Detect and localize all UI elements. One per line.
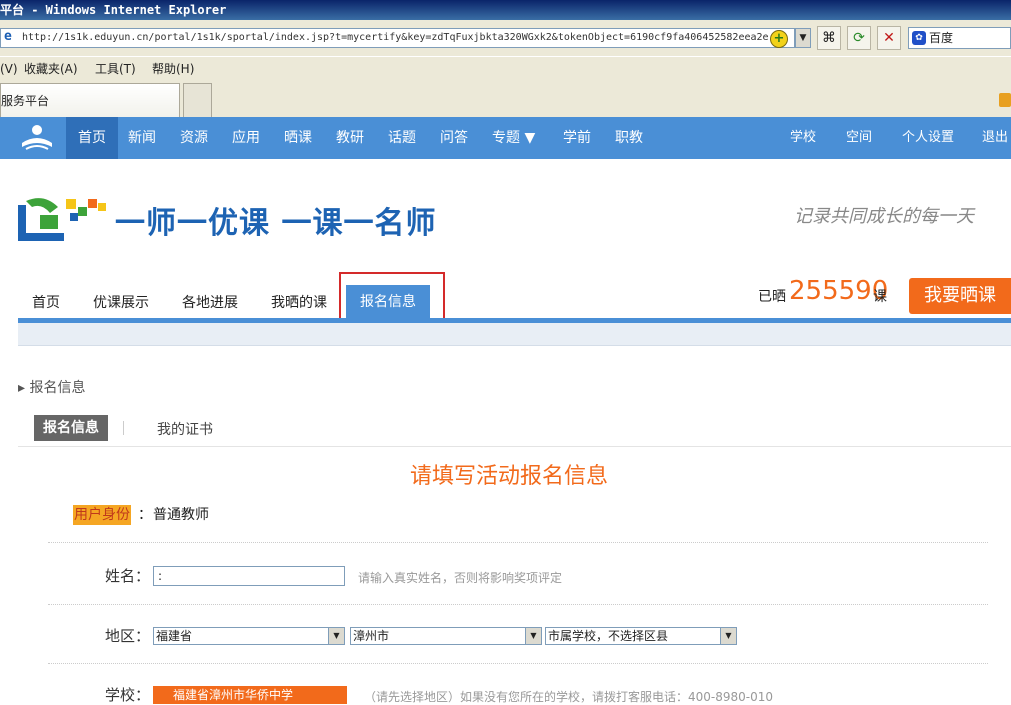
name-label: 姓名： <box>105 567 151 585</box>
name-hint: 请输入真实姓名，否则将影响奖项评定 <box>358 571 563 585</box>
breadcrumb: ▸ 报名信息 <box>18 380 86 396</box>
window-title: 平台 - Windows Internet Explorer <box>0 3 227 17</box>
subnav-home[interactable]: 首页 <box>32 292 60 312</box>
row-divider <box>48 604 988 605</box>
address-bar-row: e http://1s1k.eduyun.cn/portal/1s1k/sport… <box>0 20 1011 56</box>
subnav-band <box>18 323 1011 346</box>
search-engine-label: 百度 <box>929 31 954 45</box>
nav-item-research[interactable]: 教研 <box>336 117 364 159</box>
subnav-showcase[interactable]: 优课展示 <box>93 292 149 312</box>
nav-item-school[interactable]: 学校 <box>790 117 816 159</box>
nav-item-space[interactable]: 空间 <box>846 117 872 159</box>
province-value: 福建省 <box>156 629 193 643</box>
menu-bar: (V) 收藏夹(A) 工具(T) 帮助(H) <box>0 56 1011 82</box>
upload-lesson-button[interactable]: 我要晒课 <box>909 278 1011 314</box>
gift-icon[interactable] <box>999 93 1011 107</box>
subnav-my-lessons[interactable]: 我晒的课 <box>271 292 327 312</box>
menu-help[interactable]: 帮助(H) <box>152 57 194 81</box>
refresh-icon[interactable]: ⟳ <box>847 26 871 50</box>
compat-view-icon[interactable]: ⌘ <box>817 26 841 50</box>
district-value: 市属学校，不选择区县 <box>548 629 669 643</box>
window-title-bar: 平台 - Windows Internet Explorer <box>0 0 1011 20</box>
region-label: 地区： <box>105 627 151 645</box>
row-divider <box>48 542 988 543</box>
city-select[interactable]: 漳州市 ▼ <box>350 627 542 645</box>
nav-item-home[interactable]: 首页 <box>66 117 118 159</box>
nav-item-resources[interactable]: 资源 <box>180 117 208 159</box>
brand-title: 一师一优课 一课一名师 <box>115 206 437 241</box>
nav-item-qa[interactable]: 问答 <box>440 117 468 159</box>
role-separator: ： <box>138 507 152 523</box>
nav-item-news[interactable]: 新闻 <box>128 117 156 159</box>
menu-tools[interactable]: 工具(T) <box>95 57 136 81</box>
city-value: 漳州市 <box>353 629 390 643</box>
site-nav: 首页 新闻 资源 应用 晒课 教研 话题 问答 专题 ▼ 学前 职教 学校 空间… <box>0 117 1011 159</box>
nav-item-vocational[interactable]: 职教 <box>615 117 643 159</box>
school-select[interactable]: 福建省漳州市华侨中学 <box>153 686 347 704</box>
chevron-down-icon: ▼ <box>720 628 736 644</box>
nav-item-lessons[interactable]: 晒课 <box>284 117 312 159</box>
counter-prefix: 已晒 <box>758 289 786 305</box>
go-icon[interactable]: + <box>770 30 788 48</box>
role-label: 用户身份 <box>73 505 131 525</box>
name-input[interactable]: : <box>153 566 345 586</box>
brand-slogan: 记录共同成长的每一天 <box>794 206 974 227</box>
tab-certificates[interactable]: 我的证书 <box>157 419 213 439</box>
browser-tabs: 服务平台 <box>0 81 1011 118</box>
nav-item-apps[interactable]: 应用 <box>232 117 260 159</box>
nav-item-settings[interactable]: 个人设置 <box>902 117 954 159</box>
role-value: 普通教师 <box>153 507 209 523</box>
menu-favorites[interactable]: 收藏夹(A) <box>24 57 78 81</box>
browser-tab-active[interactable]: 服务平台 <box>0 83 180 117</box>
menu-view[interactable]: (V) <box>0 57 18 81</box>
brand-logo-icon[interactable] <box>14 193 108 247</box>
chevron-down-icon: ▼ <box>328 628 344 644</box>
stop-icon[interactable]: ✕ <box>877 26 901 50</box>
tab-title: 服务平台 <box>1 94 50 108</box>
school-hint: （请先选择地区）如果没有您所在的学校，请拨打客服电话：400-8980-010 <box>364 690 774 704</box>
new-tab-button[interactable] <box>183 83 212 117</box>
address-dropdown-button[interactable]: ▼ <box>795 28 811 48</box>
row-divider <box>48 663 988 664</box>
form-title: 请填写活动报名信息 <box>410 464 609 489</box>
site-logo-icon[interactable] <box>18 123 56 153</box>
nav-item-special[interactable]: 专题 ▼ <box>492 117 535 159</box>
tab-divider <box>123 421 124 435</box>
counter-suffix: 课 <box>873 289 887 305</box>
tab-registration[interactable]: 报名信息 <box>34 415 108 441</box>
tabs-divider-line <box>18 446 1011 447</box>
chevron-down-icon: ▼ <box>525 628 541 644</box>
nav-item-topics[interactable]: 话题 <box>388 117 416 159</box>
nav-item-preschool[interactable]: 学前 <box>563 117 591 159</box>
nav-item-logout[interactable]: 退出 <box>982 117 1008 159</box>
search-input[interactable]: ✿ 百度 <box>908 27 1011 49</box>
district-select[interactable]: 市属学校，不选择区县 ▼ <box>545 627 737 645</box>
subnav-progress[interactable]: 各地进展 <box>182 292 238 312</box>
province-select[interactable]: 福建省 ▼ <box>153 627 345 645</box>
ie-page-icon: e <box>4 29 12 44</box>
baidu-icon: ✿ <box>912 31 926 45</box>
address-input[interactable]: e http://1s1k.eduyun.cn/portal/1s1k/sport… <box>0 28 795 48</box>
url-text: http://1s1k.eduyun.cn/portal/1s1k/sporta… <box>22 32 769 43</box>
